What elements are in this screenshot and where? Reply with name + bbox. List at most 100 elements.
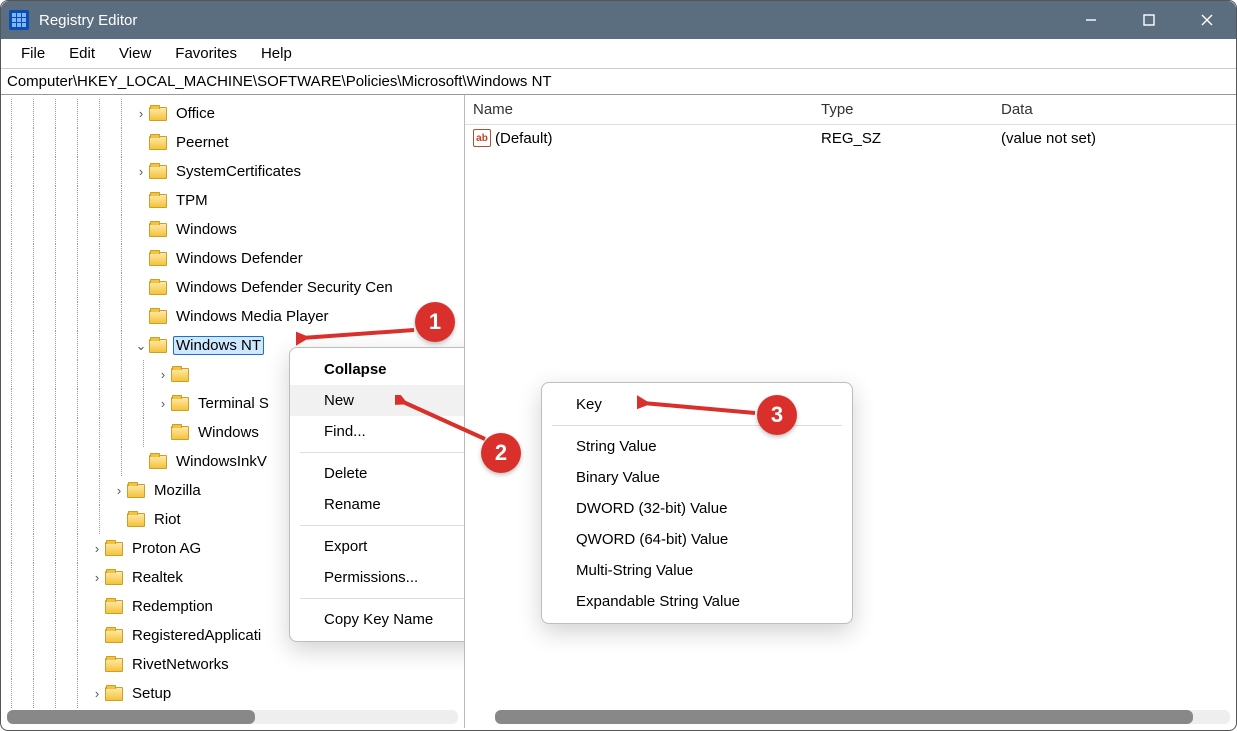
header-data[interactable]: Data xyxy=(1001,101,1236,118)
tree-node[interactable]: Peernet xyxy=(1,128,464,157)
chevron-right-icon[interactable]: › xyxy=(133,164,149,179)
menu-view[interactable]: View xyxy=(107,45,163,62)
tree-node-label: RegisteredApplicati xyxy=(129,626,264,645)
menu-file[interactable]: File xyxy=(9,45,57,62)
tree-node[interactable]: › Office xyxy=(1,99,464,128)
close-button[interactable] xyxy=(1178,1,1236,39)
context-menu-item[interactable]: String Value xyxy=(542,431,852,462)
context-menu-item[interactable]: DWORD (32-bit) Value xyxy=(542,493,852,524)
context-menu-item[interactable]: Permissions... xyxy=(290,562,465,593)
tree-node[interactable]: Windows xyxy=(1,215,464,244)
folder-icon xyxy=(105,658,123,672)
tree-node[interactable]: TPM xyxy=(1,186,464,215)
menu-edit[interactable]: Edit xyxy=(57,45,107,62)
list-row[interactable]: ab (Default) REG_SZ (value not set) xyxy=(465,125,1236,151)
tree-node-label: Redemption xyxy=(129,597,216,616)
context-menu-item-label: Binary Value xyxy=(576,469,660,486)
chevron-right-icon[interactable]: › xyxy=(155,396,171,411)
folder-icon xyxy=(149,165,167,179)
value-name: (Default) xyxy=(495,130,553,147)
folder-icon xyxy=(149,455,167,469)
annotation-arrow-2 xyxy=(395,395,491,445)
context-menu-item-label: Permissions... xyxy=(324,569,418,586)
title-bar: Registry Editor xyxy=(1,1,1236,39)
context-menu-item[interactable]: Collapse xyxy=(290,354,465,385)
annotation-arrow-3 xyxy=(637,395,759,419)
chevron-right-icon[interactable]: › xyxy=(155,367,171,382)
folder-icon xyxy=(149,223,167,237)
tree-node-label: Windows xyxy=(195,423,262,442)
chevron-right-icon[interactable]: › xyxy=(111,483,127,498)
tree-node-label: Proton AG xyxy=(129,539,204,558)
context-menu-item[interactable]: Binary Value xyxy=(542,462,852,493)
context-menu-item-label: DWORD (32-bit) Value xyxy=(576,500,727,517)
context-menu-item[interactable]: Multi-String Value xyxy=(542,555,852,586)
chevron-right-icon[interactable]: › xyxy=(89,541,105,556)
context-menu-item[interactable]: Expandable String Value xyxy=(542,586,852,617)
header-type[interactable]: Type xyxy=(821,101,1001,118)
tree-node[interactable]: › Setup xyxy=(1,679,464,708)
annotation-badge-3: 3 xyxy=(757,395,797,435)
folder-icon xyxy=(149,107,167,121)
chevron-down-icon[interactable]: ⌄ xyxy=(133,338,149,354)
tree-node-label: Realtek xyxy=(129,568,186,587)
context-menu-item-label: Export xyxy=(324,538,367,555)
minimize-button[interactable] xyxy=(1062,1,1120,39)
context-menu-item-label: Expandable String Value xyxy=(576,593,740,610)
tree-node-label: Mozilla xyxy=(151,481,204,500)
tree-node-label: Riot xyxy=(151,510,184,529)
chevron-right-icon[interactable]: › xyxy=(133,106,149,121)
tree-node-label: Office xyxy=(173,104,218,123)
folder-icon xyxy=(171,397,189,411)
tree-node-label: SystemCertificates xyxy=(173,162,304,181)
annotation-badge-1: 1 xyxy=(415,302,455,342)
tree-node-label: TPM xyxy=(173,191,211,210)
folder-icon xyxy=(149,136,167,150)
chevron-right-icon[interactable]: › xyxy=(89,570,105,585)
header-name[interactable]: Name xyxy=(471,101,821,118)
menu-favorites[interactable]: Favorites xyxy=(163,45,249,62)
menu-bar: File Edit View Favorites Help xyxy=(1,39,1236,69)
folder-icon xyxy=(149,281,167,295)
list-header: Name Type Data xyxy=(465,95,1236,125)
context-menu-item[interactable]: Rename xyxy=(290,489,465,520)
tree-node[interactable]: Windows Defender Security Cen xyxy=(1,273,464,302)
tree-node-label: Setup xyxy=(129,684,174,703)
folder-icon xyxy=(149,194,167,208)
tree-node-label: Windows Defender xyxy=(173,249,306,268)
menu-help[interactable]: Help xyxy=(249,45,304,62)
app-icon xyxy=(9,10,29,30)
context-menu-item-label: Multi-String Value xyxy=(576,562,693,579)
annotation-badge-2: 2 xyxy=(481,433,521,473)
folder-icon xyxy=(149,310,167,324)
context-menu-item-label: QWORD (64-bit) Value xyxy=(576,531,728,548)
address-bar[interactable]: Computer\HKEY_LOCAL_MACHINE\SOFTWARE\Pol… xyxy=(1,69,1236,95)
maximize-button[interactable] xyxy=(1120,1,1178,39)
tree-horizontal-scrollbar[interactable] xyxy=(7,710,458,724)
context-menu-item-label: Rename xyxy=(324,496,381,513)
folder-icon xyxy=(105,687,123,701)
list-horizontal-scrollbar[interactable] xyxy=(495,710,1230,724)
context-menu-item[interactable]: Delete xyxy=(290,458,465,489)
tree-node[interactable]: Windows Defender xyxy=(1,244,464,273)
context-menu-item-label: Delete xyxy=(324,465,367,482)
folder-icon xyxy=(105,600,123,614)
tree-node-label: Windows xyxy=(173,220,240,239)
context-menu-item-label: Key xyxy=(576,396,602,413)
context-menu-item[interactable]: QWORD (64-bit) Value xyxy=(542,524,852,555)
tree-node[interactable]: RivetNetworks xyxy=(1,650,464,679)
annotation-arrow-1 xyxy=(296,324,416,348)
context-menu: CollapseNew›Find...DeleteRenameExportPer… xyxy=(289,347,465,642)
string-value-icon: ab xyxy=(473,129,491,147)
tree-node-label: RivetNetworks xyxy=(129,655,232,674)
chevron-right-icon[interactable]: › xyxy=(89,686,105,701)
context-menu-item-label: Copy Key Name xyxy=(324,611,433,628)
tree-node-label: Windows NT xyxy=(173,336,264,355)
tree-node[interactable]: › SystemCertificates xyxy=(1,157,464,186)
context-menu-item[interactable]: Export xyxy=(290,531,465,562)
context-menu-item[interactable]: Copy Key Name xyxy=(290,604,465,635)
folder-icon xyxy=(171,426,189,440)
tree-node-label: Terminal S xyxy=(195,394,272,413)
folder-icon xyxy=(105,571,123,585)
tree-node-label xyxy=(195,374,201,376)
